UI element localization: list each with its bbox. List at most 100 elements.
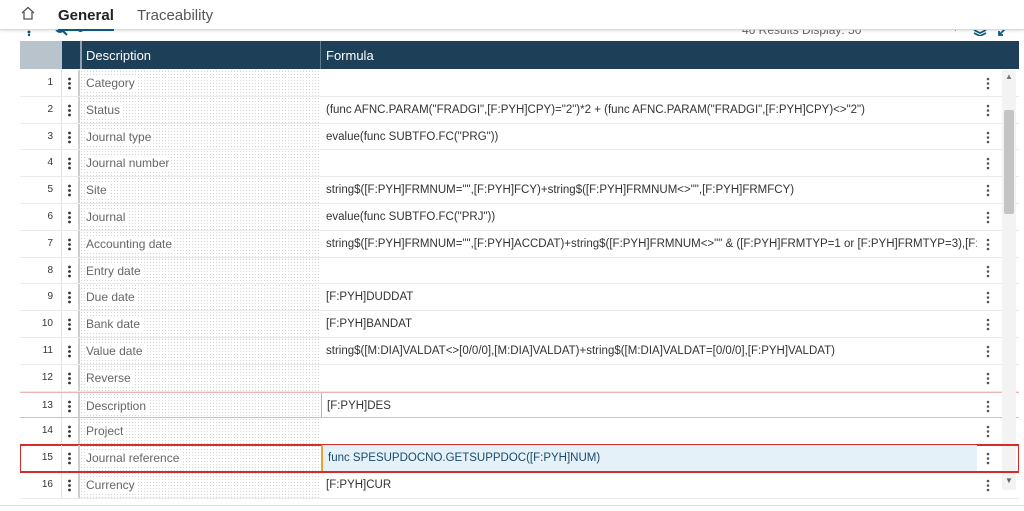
row-menu-icon[interactable] (67, 77, 72, 90)
table-row[interactable]: 11 Value date string$([M:DIA]VALDAT<>[0/0/… (20, 337, 1019, 365)
formula-cell[interactable]: func SPESUPDOCNO.GETSUPPDOC([F:PYH]NUM) (321, 445, 977, 471)
row-menu-icon[interactable] (67, 265, 72, 278)
row-actions-icon[interactable] (986, 77, 990, 90)
description-cell[interactable]: Value date (80, 337, 320, 364)
description-cell[interactable]: Journal reference (80, 445, 320, 471)
description-cell[interactable]: Category (80, 70, 320, 96)
description-cell[interactable]: Bank date (80, 311, 320, 337)
formula-cell[interactable] (321, 418, 977, 444)
formula-cell[interactable]: [F:PYH]CUR (321, 472, 977, 498)
scroll-down-icon[interactable]: ▼ (1005, 476, 1013, 485)
row-actions-icon[interactable] (986, 238, 990, 251)
description-text: Journal number (86, 156, 172, 171)
table-row[interactable]: 3 Journal type evalue(func SUBTFO.FC("PRG"… (20, 123, 1019, 151)
row-actions-icon[interactable] (986, 131, 990, 144)
row-number: 4 (20, 150, 62, 177)
description-cell[interactable]: Currency (80, 471, 320, 498)
row-menu-icon[interactable] (67, 104, 72, 117)
table-row[interactable]: 2 Status (func AFNC.PARAM("FRADGI",[F:PYH]… (20, 96, 1019, 124)
table-row[interactable]: 4 Journal number (20, 150, 1019, 178)
row-menu-icon[interactable] (67, 131, 72, 144)
description-cell[interactable]: Entry date (80, 257, 320, 284)
row-menu-icon[interactable] (67, 479, 72, 492)
row-actions-icon[interactable] (986, 345, 990, 358)
row-menu-icon[interactable] (67, 372, 72, 385)
description-cell[interactable]: Journal (80, 203, 320, 230)
vertical-scrollbar[interactable]: ▲ ▼ (1002, 70, 1016, 490)
formula-cell[interactable]: evalue(func SUBTFO.FC("PRG")) (321, 124, 977, 150)
formula-cell[interactable]: (func AFNC.PARAM("FRADGI",[F:PYH]CPY)="2… (321, 97, 977, 123)
description-text: Bank date (86, 317, 143, 332)
row-actions-icon[interactable] (986, 425, 990, 438)
table-row[interactable]: 7 Accounting date string$([F:PYH]FRMNUM=""… (20, 230, 1019, 258)
description-cell[interactable]: Journal number (80, 150, 320, 177)
row-number: 10 (20, 311, 62, 337)
row-actions-icon[interactable] (986, 372, 990, 385)
row-actions-icon[interactable] (986, 479, 990, 492)
row-menu-icon[interactable] (67, 452, 72, 465)
table-row[interactable]: 15 Journal reference func SPESUPDOCNO.GETS… (20, 444, 1019, 473)
formula-cell[interactable]: [F:PYH]BANDAT (321, 311, 977, 337)
table-row[interactable]: 10 Bank date [F:PYH]BANDAT (20, 311, 1019, 338)
description-cell[interactable]: Description (80, 392, 320, 418)
row-menu-icon[interactable] (67, 238, 72, 251)
description-text: Site (86, 183, 109, 198)
table-row[interactable]: 1 Category (20, 70, 1019, 97)
table-row[interactable]: 6 Journal evalue(func SUBTFO.FC("PRJ")) (20, 203, 1019, 231)
table-row[interactable]: 16 Currency [F:PYH]CUR (20, 471, 1019, 499)
row-actions-icon[interactable] (986, 291, 990, 304)
formula-cell[interactable]: string$([M:DIA]VALDAT<>[0/0/0],[M:DIA]VA… (321, 338, 977, 364)
row-actions-icon[interactable] (986, 104, 990, 117)
row-menu-icon[interactable] (67, 291, 72, 304)
column-header-formula[interactable]: Formula (326, 48, 374, 63)
row-menu-icon[interactable] (67, 345, 72, 358)
table-row[interactable]: 13 Description [F:PYH]DES (20, 391, 1019, 419)
row-number: 14 (20, 418, 62, 445)
description-cell[interactable]: Accounting date (80, 230, 320, 257)
row-menu-icon[interactable] (67, 400, 72, 413)
scroll-up-icon[interactable]: ▲ (1005, 72, 1013, 81)
formula-cell[interactable]: [F:PYH]DES (321, 392, 977, 418)
description-cell[interactable]: Journal type (80, 123, 320, 150)
row-actions-icon[interactable] (986, 184, 990, 197)
table-row[interactable]: 8 Entry date (20, 257, 1019, 285)
description-text: Due date (86, 290, 137, 305)
home-icon[interactable] (20, 6, 36, 20)
formula-cell[interactable]: string$([F:PYH]FRMNUM="",[F:PYH]FCY)+str… (321, 177, 977, 203)
table-row[interactable]: 14 Project (20, 418, 1019, 446)
column-header-description[interactable]: Description (86, 48, 151, 63)
formula-cell[interactable] (321, 365, 977, 391)
formula-cell[interactable] (321, 70, 977, 96)
header-separator (80, 41, 82, 69)
description-cell[interactable]: Reverse (80, 364, 320, 391)
formula-cell[interactable]: evalue(func SUBTFO.FC("PRJ")) (321, 204, 977, 230)
row-actions-icon[interactable] (986, 452, 990, 465)
table-row[interactable]: 9 Due date [F:PYH]DUDDAT (20, 284, 1019, 312)
row-actions-icon[interactable] (986, 265, 990, 278)
row-menu-icon[interactable] (67, 425, 72, 438)
description-cell[interactable]: Project (80, 418, 320, 445)
row-actions-icon[interactable] (986, 211, 990, 224)
table-row[interactable]: 12 Reverse (20, 364, 1019, 392)
row-actions-icon[interactable] (986, 400, 990, 413)
grid-header: Description Formula (20, 41, 1019, 69)
row-menu-icon[interactable] (67, 184, 72, 197)
row-actions-icon[interactable] (986, 318, 990, 331)
tab-general[interactable]: General (58, 7, 114, 31)
table-row[interactable]: 5 Site string$([F:PYH]FRMNUM="",[F:PYH]FCY… (20, 177, 1019, 204)
row-actions-icon[interactable] (986, 157, 990, 170)
formula-cell[interactable]: [F:PYH]DUDDAT (321, 284, 977, 310)
row-menu-icon[interactable] (67, 318, 72, 331)
description-cell[interactable]: Due date (80, 284, 320, 311)
description-text: Reverse (86, 370, 133, 385)
row-menu-icon[interactable] (67, 157, 72, 170)
description-text: Value date (86, 343, 145, 358)
row-menu-icon[interactable] (67, 211, 72, 224)
formula-cell[interactable] (321, 150, 977, 176)
tab-traceability[interactable]: Traceability (137, 7, 213, 24)
formula-cell[interactable] (321, 258, 977, 284)
scrollbar-thumb[interactable] (1004, 110, 1014, 214)
formula-cell[interactable]: string$([F:PYH]FRMNUM="",[F:PYH]ACCDAT)+… (321, 231, 977, 257)
description-cell[interactable]: Status (80, 96, 320, 123)
description-cell[interactable]: Site (80, 177, 320, 203)
